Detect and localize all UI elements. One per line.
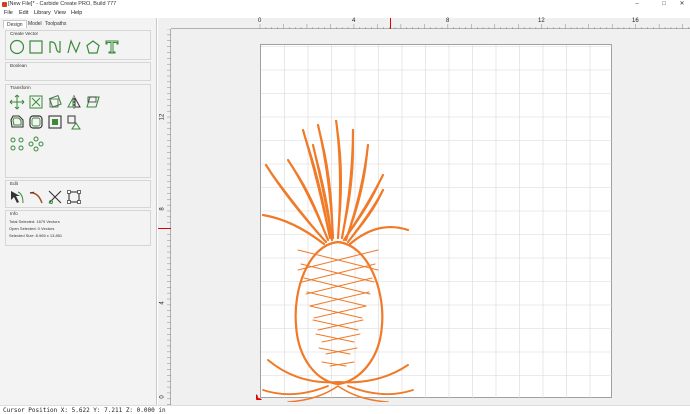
menu-bar: File Edit Library View Help — [0, 9, 690, 18]
polyline-tool-icon[interactable] — [66, 39, 82, 55]
minimize-button[interactable]: – — [630, 0, 644, 9]
info-title: Info — [10, 211, 18, 216]
scale-icon[interactable] — [28, 94, 44, 110]
fillet-icon[interactable] — [28, 114, 44, 130]
transform-title: Transform — [10, 85, 31, 90]
tab-toolpaths[interactable]: Toolpaths — [42, 20, 69, 28]
node-edit-tool-icon[interactable] — [9, 189, 25, 205]
circle-tool-icon[interactable] — [9, 39, 25, 55]
boolean-title: Boolean — [10, 63, 27, 68]
menu-edit[interactable]: Edit — [19, 10, 28, 16]
cursor-y-marker — [158, 228, 171, 229]
close-button[interactable]: ✕ — [675, 0, 689, 9]
window-title: [New File]* - Carbide Create PRO, Build … — [8, 1, 117, 7]
align-icon[interactable] — [47, 114, 63, 130]
horizontal-ruler-ticks — [259, 24, 689, 29]
x-tick-16: 16 — [632, 18, 639, 24]
offset-icon[interactable] — [9, 114, 25, 130]
cursor-x-marker — [390, 18, 391, 29]
menu-file[interactable]: File — [4, 10, 13, 16]
title-bar: [New File]* - Carbide Create PRO, Build … — [0, 0, 690, 9]
y-tick-0: 0 — [159, 395, 166, 399]
x-tick-12: 12 — [538, 18, 545, 24]
vertical-ruler-ticks — [167, 29, 171, 405]
menu-library[interactable]: Library — [34, 10, 51, 16]
shear-icon[interactable] — [85, 94, 101, 110]
app-logo-icon — [2, 2, 7, 7]
mirror-icon[interactable] — [66, 94, 82, 110]
x-tick-0: 0 — [258, 18, 262, 24]
cursor-position-text: Cursor Position X: 5.622 Y: 7.211 Z: 0.0… — [3, 407, 166, 414]
menu-view[interactable]: View — [54, 10, 66, 16]
y-tick-12: 12 — [159, 113, 166, 121]
node-edit-icon[interactable] — [9, 136, 25, 152]
design-panel: Design Model Toolpaths Create Vector Boo… — [0, 18, 157, 407]
polygon-tool-icon[interactable] — [85, 39, 101, 55]
move-icon[interactable] — [9, 94, 25, 110]
maximize-button[interactable]: □ — [657, 0, 671, 9]
trim-icon[interactable] — [47, 189, 63, 205]
menu-help[interactable]: Help — [71, 10, 82, 16]
bezier-icon[interactable] — [28, 189, 44, 205]
x-tick-4: 4 — [352, 18, 356, 24]
circular-array-icon[interactable] — [28, 136, 44, 152]
pineapple-artwork[interactable] — [258, 118, 418, 403]
y-tick-8: 8 — [159, 207, 166, 211]
x-tick-8: 8 — [446, 18, 450, 24]
y-tick-4: 4 — [159, 301, 166, 305]
text-tool-icon[interactable] — [104, 39, 120, 55]
selected-size-text: Selected Size: 8.965 x 13.851 — [9, 233, 63, 238]
total-selected-text: Total Selected: 1679 Vectors — [9, 219, 60, 224]
bounding-box-icon[interactable] — [66, 189, 82, 205]
array-icon[interactable] — [66, 114, 82, 130]
open-selected-text: Open Selected: 0 Vectors — [9, 226, 55, 231]
tab-design[interactable]: Design — [3, 20, 27, 28]
edit-title: Edit — [10, 181, 18, 186]
vertical-ruler: 12 8 4 0 — [158, 29, 171, 407]
pineapple-vector[interactable] — [258, 118, 418, 403]
rotate-icon[interactable] — [47, 94, 63, 110]
origin-marker-icon — [255, 392, 264, 401]
horizontal-ruler: 0 4 8 12 16 — [171, 18, 690, 29]
create-vector-title: Create Vector — [10, 31, 39, 36]
status-bar: Cursor Position X: 5.622 Y: 7.211 Z: 0.0… — [0, 405, 690, 414]
curve-tool-icon[interactable] — [47, 39, 63, 55]
rectangle-tool-icon[interactable] — [28, 39, 44, 55]
